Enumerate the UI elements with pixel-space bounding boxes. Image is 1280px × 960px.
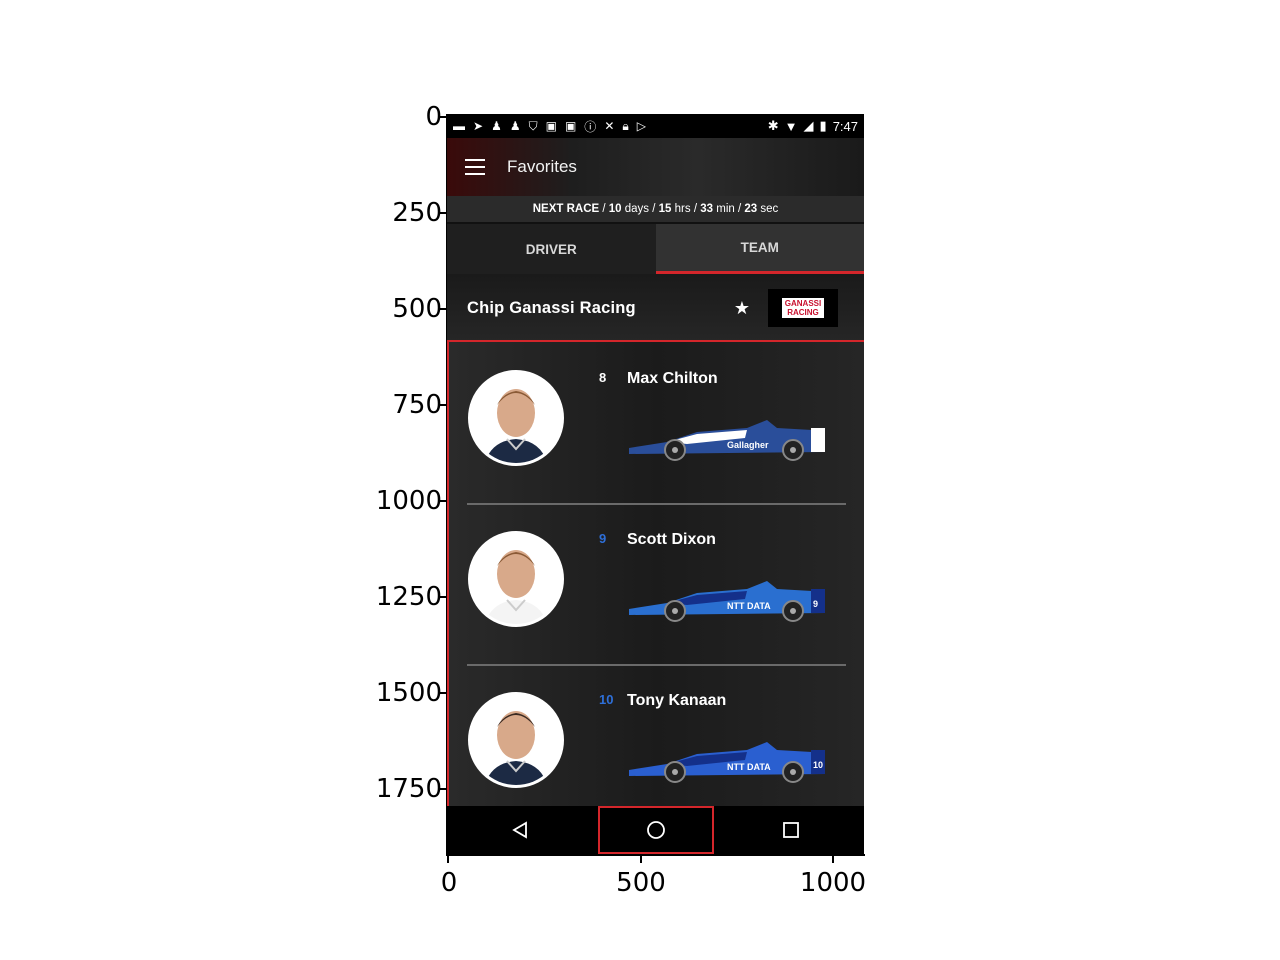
driver-avatar: [468, 370, 564, 466]
y-tick-label: 250: [392, 198, 442, 228]
svg-text:NTT DATA: NTT DATA: [727, 601, 771, 611]
driver-list: 8 Max Chilton 8 Gallagher 9 Scott Dixon: [447, 340, 864, 810]
driver-card[interactable]: 8 Max Chilton 8 Gallagher: [449, 342, 864, 503]
driver-avatar: [468, 692, 564, 788]
y-tick-label: 1750: [375, 774, 442, 804]
recents-button[interactable]: [718, 806, 865, 854]
y-tick-label: 1500: [375, 678, 442, 708]
car-number: 9: [599, 531, 607, 546]
home-button[interactable]: [597, 806, 714, 854]
y-tick-mark: [438, 788, 446, 790]
bluetooth-icon: ✱: [767, 118, 779, 133]
car-number: 8: [599, 370, 607, 385]
race-car-image: 9 NTT DATA: [629, 581, 825, 622]
x-tick-label: 0: [440, 868, 458, 898]
driver-name: Max Chilton: [627, 370, 718, 387]
car-number: 10: [599, 692, 614, 707]
y-tick-mark: [438, 116, 446, 118]
svg-text:10: 10: [813, 760, 823, 770]
team-name: Chip Ganassi Racing: [467, 298, 636, 317]
back-button[interactable]: [447, 806, 594, 854]
favorite-star-icon[interactable]: ★: [734, 298, 750, 319]
play-store-icon: ▷: [636, 119, 646, 133]
x-tick-mark: [447, 855, 449, 863]
driver-card[interactable]: 10 Tony Kanaan 10 NTT DATA: [449, 664, 864, 825]
race-car-image: 10 NTT DATA: [629, 742, 825, 783]
y-tick-label: 1000: [375, 486, 442, 516]
team-logo: GANASSI RACING: [768, 289, 838, 327]
shield-icon: ⛉: [528, 118, 538, 133]
system-nav-bar: [447, 806, 864, 854]
tab-bar: DRIVER TEAM: [447, 224, 864, 274]
x-tick-label: 1000: [799, 868, 867, 898]
y-tick-mark: [438, 212, 446, 214]
tab-driver[interactable]: DRIVER: [447, 224, 656, 274]
app-bar: Favorites: [447, 138, 864, 196]
wifi-icon: ▼: [784, 118, 798, 134]
facebook-icon: ▣: [545, 119, 557, 133]
countdown-seconds: 23: [744, 203, 758, 215]
countdown-hours: 15: [658, 203, 672, 215]
countdown-minutes: 33: [700, 203, 714, 215]
tab-team[interactable]: TEAM: [655, 224, 864, 274]
tools-icon: ✕: [604, 119, 615, 133]
send-icon: ➤: [473, 119, 484, 133]
y-tick-label: 750: [392, 390, 442, 420]
svg-text:Gallagher: Gallagher: [727, 440, 769, 450]
countdown-days-unit: days: [624, 203, 650, 215]
team-logo-text: GANASSI RACING: [781, 298, 825, 318]
hamburger-menu-icon[interactable]: [465, 159, 485, 175]
message-icon: ▬: [453, 119, 465, 133]
next-race-countdown: NEXT RACE / 10 days / 15 hrs / 33 min / …: [447, 196, 864, 224]
x-tick-label: 500: [616, 868, 666, 898]
svg-text:8: 8: [813, 438, 818, 448]
lock-icon: 🔒︎: [622, 118, 629, 133]
svg-text:9: 9: [813, 599, 818, 609]
chess-icon: ♟: [509, 119, 521, 133]
home-circle-icon: [646, 821, 665, 839]
countdown-seconds-unit: sec: [760, 203, 779, 215]
y-tick-mark: [438, 596, 446, 598]
x-tick-mark: [640, 855, 642, 863]
facebook-icon: ▣: [564, 119, 577, 133]
y-tick-mark: [438, 692, 446, 694]
driver-card[interactable]: 9 Scott Dixon 9 NTT DATA: [449, 503, 864, 664]
y-tick-label: 500: [392, 294, 442, 324]
status-time: 7:47: [832, 118, 858, 134]
chess-icon: ♟: [491, 119, 502, 133]
y-tick-mark: [438, 500, 446, 502]
team-header: Chip Ganassi Racing ★ GANASSI RACING: [447, 274, 864, 342]
recents-square-icon: [782, 822, 799, 838]
x-axis-spine: [446, 854, 865, 856]
countdown-days: 10: [608, 203, 622, 215]
countdown-label: NEXT RACE: [532, 203, 600, 215]
notification-icons: ▬ ➤ ♟ ♟ ⛉ ▣ ▣ ⓘ ✕ 🔒︎ ▷: [453, 118, 768, 135]
y-tick-label: 1250: [375, 582, 442, 612]
y-tick-mark: [438, 308, 446, 310]
x-tick-mark: [832, 855, 834, 863]
back-triangle-icon: [512, 821, 528, 839]
status-bar: ▬ ➤ ♟ ♟ ⛉ ▣ ▣ ⓘ ✕ 🔒︎ ▷ ✱ ▼ ◢ ▮ 7:47: [447, 114, 864, 138]
info-icon: ⓘ: [584, 119, 597, 134]
driver-name: Scott Dixon: [627, 531, 716, 548]
countdown-hours-unit: hrs: [674, 203, 691, 215]
signal-icon: ◢: [803, 118, 814, 133]
battery-icon: ▮: [819, 118, 827, 133]
system-icons: ✱ ▼ ◢ ▮ 7:47: [768, 118, 858, 134]
driver-avatar: [468, 531, 564, 627]
y-tick-mark: [438, 404, 446, 406]
countdown-minutes-unit: min: [716, 203, 735, 215]
race-car-image: 8 Gallagher: [629, 420, 825, 461]
phone-screen: ▬ ➤ ♟ ♟ ⛉ ▣ ▣ ⓘ ✕ 🔒︎ ▷ ✱ ▼ ◢ ▮ 7:47 Favo…: [447, 114, 864, 854]
svg-text:NTT DATA: NTT DATA: [727, 762, 771, 772]
page-title: Favorites: [507, 157, 577, 176]
driver-name: Tony Kanaan: [627, 692, 727, 709]
